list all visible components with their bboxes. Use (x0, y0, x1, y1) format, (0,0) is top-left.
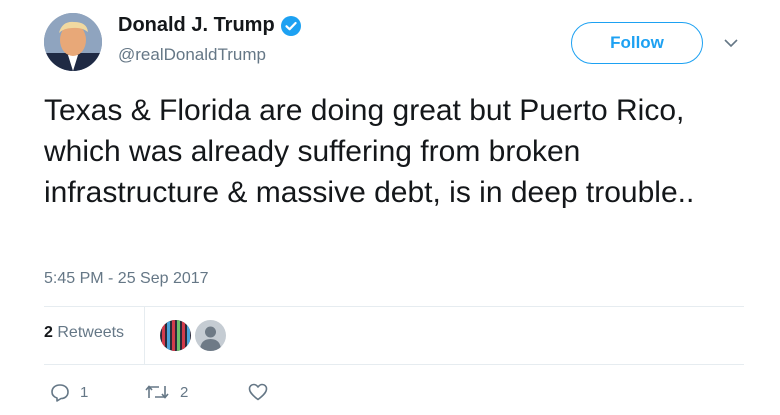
verified-badge-icon (280, 15, 301, 36)
author-display-name[interactable]: Donald J. Trump (118, 14, 301, 37)
chevron-down-icon[interactable] (722, 36, 740, 50)
tweet-text: Texas & Florida are doing great but Puer… (44, 94, 695, 209)
reply-count: 1 (80, 384, 89, 401)
reply-icon (51, 384, 69, 402)
retweet-stat[interactable]: 2 Retweets (44, 324, 124, 342)
retweeter-avatar[interactable] (195, 320, 226, 351)
retweet-stat-label: Retweets (57, 324, 125, 341)
follow-button[interactable]: Follow (571, 22, 703, 64)
retweet-icon (145, 385, 169, 399)
tweet-timestamp[interactable]: 5:45 PM - 25 Sep 2017 (44, 270, 209, 288)
retweet-action-count: 2 (180, 383, 189, 401)
reply-action[interactable]: 1 (50, 383, 88, 402)
display-name-text[interactable]: Donald J. Trump (118, 14, 275, 37)
like-action[interactable] (248, 383, 268, 401)
author-avatar[interactable] (44, 13, 102, 71)
retweet-stat-count: 2 (44, 324, 53, 341)
author-handle[interactable]: @realDonaldTrump (118, 45, 266, 65)
stats-divider-top (44, 306, 744, 307)
actions-divider-top (44, 364, 744, 365)
retweet-action[interactable]: 2 (144, 383, 188, 401)
stats-separator (144, 307, 145, 365)
like-icon (248, 383, 268, 401)
retweeter-avatar[interactable] (160, 320, 191, 351)
